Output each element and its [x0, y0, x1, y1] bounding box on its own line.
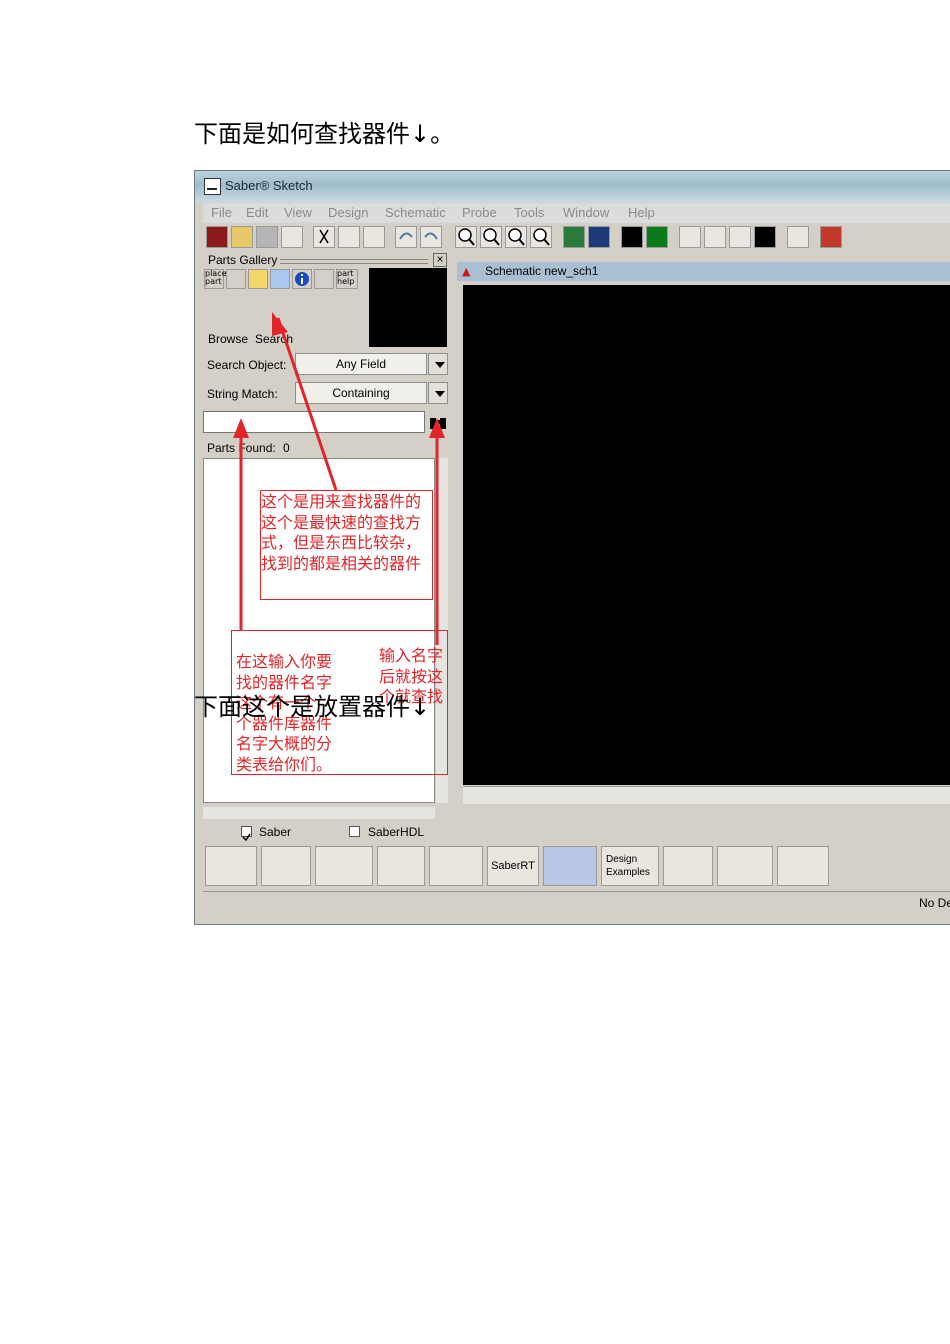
annotation-line: 后就按这 [379, 666, 444, 686]
annotation-line: 这个是最快速的查找方 [261, 512, 422, 532]
annotation-line: 输入名字 [379, 646, 444, 665]
doc-heading-place-parts: 下面这个是放置器件↓ [194, 693, 431, 721]
annotation-line: 这个是用来查找器件的 [261, 492, 422, 511]
annotation-line: 名字大概的分 [236, 734, 333, 753]
annotation-arrows [233, 312, 445, 645]
annotation-line: 类表给你们。 [236, 754, 333, 774]
annotation-line: 在这输入你要 [236, 652, 333, 671]
annotation-line: 找到的都是相关的器件 [261, 553, 422, 573]
annotation-line: 式，但是东西比较杂， [261, 533, 422, 552]
annotation-search-tab: 这个是用来查找器件的 这个是最快速的查找方 式，但是东西比较杂， 找到的都是相关… [261, 492, 421, 574]
